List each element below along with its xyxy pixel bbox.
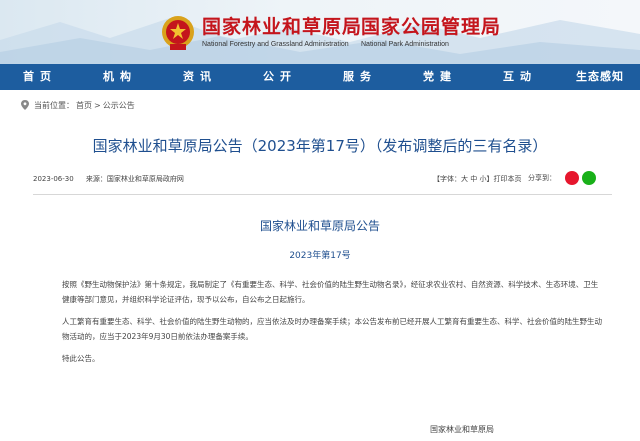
article-body: 按照《野生动物保护法》第十条规定，我局制定了《有重要生态、科学、社会价值的陆生野… (62, 277, 604, 366)
meta-divider (33, 194, 612, 195)
site-header: 国家林业和草原局 National Forestry and Grassland… (0, 0, 640, 64)
org-nfga-english: National Forestry and Grassland Administ… (202, 41, 349, 48)
share-label: 分享到： (528, 174, 556, 182)
nav-services[interactable]: 服务 (320, 64, 400, 90)
main-nav: 首页 机构 资讯 公开 服务 党建 互动 生态感知 (0, 64, 640, 90)
org-nfga-name: 国家林业和草原局 (202, 16, 363, 38)
nav-party[interactable]: 党建 (400, 64, 480, 90)
breadcrumb-current[interactable]: 公示公告 (103, 100, 135, 111)
paragraph-2: 人工繁育有重要生态、科学、社会价值的陆生野生动物的，应当依法及时办理备案手续；本… (62, 317, 602, 341)
article-meta: 2023-06-30 来源：国家林业和草原局政府网 【字体：大 中 小】打印本页… (33, 171, 612, 186)
paragraph-3: 特此公告。 (62, 354, 100, 363)
nav-disclosure[interactable]: 公开 (240, 64, 320, 90)
wechat-share-icon[interactable] (582, 171, 596, 185)
article-source: 来源：国家林业和草原局政府网 (85, 175, 184, 183)
breadcrumb-separator: > (94, 100, 101, 110)
weibo-share-icon[interactable] (565, 171, 579, 185)
article-title: 国家林业和草原局公告（2023年第17号）（发布调整后的三有名录） (92, 137, 548, 155)
publish-date: 2023-06-30 (33, 175, 74, 183)
signature: 国家林业和草原局 (430, 425, 494, 434)
national-emblem-icon (162, 16, 194, 50)
org-nfga[interactable]: 国家林业和草原局 National Forestry and Grassland… (202, 16, 362, 48)
org-npa-english: National Park Administration (361, 41, 449, 48)
org-npa[interactable]: 国家公园管理局 National Park Administration (361, 16, 501, 48)
breadcrumb-label: 当前位置： (34, 100, 74, 110)
nav-eco-sense[interactable]: 生态感知 (560, 64, 640, 90)
location-icon (21, 100, 29, 110)
paragraph-1: 按照《野生动物保护法》第十条规定，我局制定了《有重要生态、科学、社会价值的陆生野… (62, 280, 599, 304)
org-npa-name: 国家公园管理局 (361, 16, 502, 38)
nav-institutions[interactable]: 机构 (80, 64, 160, 90)
font-size-print-controls[interactable]: 【字体：大 中 小】打印本页 (433, 174, 521, 184)
nav-home[interactable]: 首页 (0, 64, 80, 90)
share-bar: 分享到： (528, 171, 596, 185)
doc-number: 2023年第17号 (289, 251, 351, 261)
breadcrumb-home[interactable]: 首页 (76, 100, 92, 111)
doc-title: 国家林业和草原局公告 (259, 219, 380, 233)
breadcrumb: 当前位置： 首页 > 公示公告 (0, 90, 640, 120)
nav-interaction[interactable]: 互动 (480, 64, 560, 90)
nav-news[interactable]: 资讯 (160, 64, 240, 90)
